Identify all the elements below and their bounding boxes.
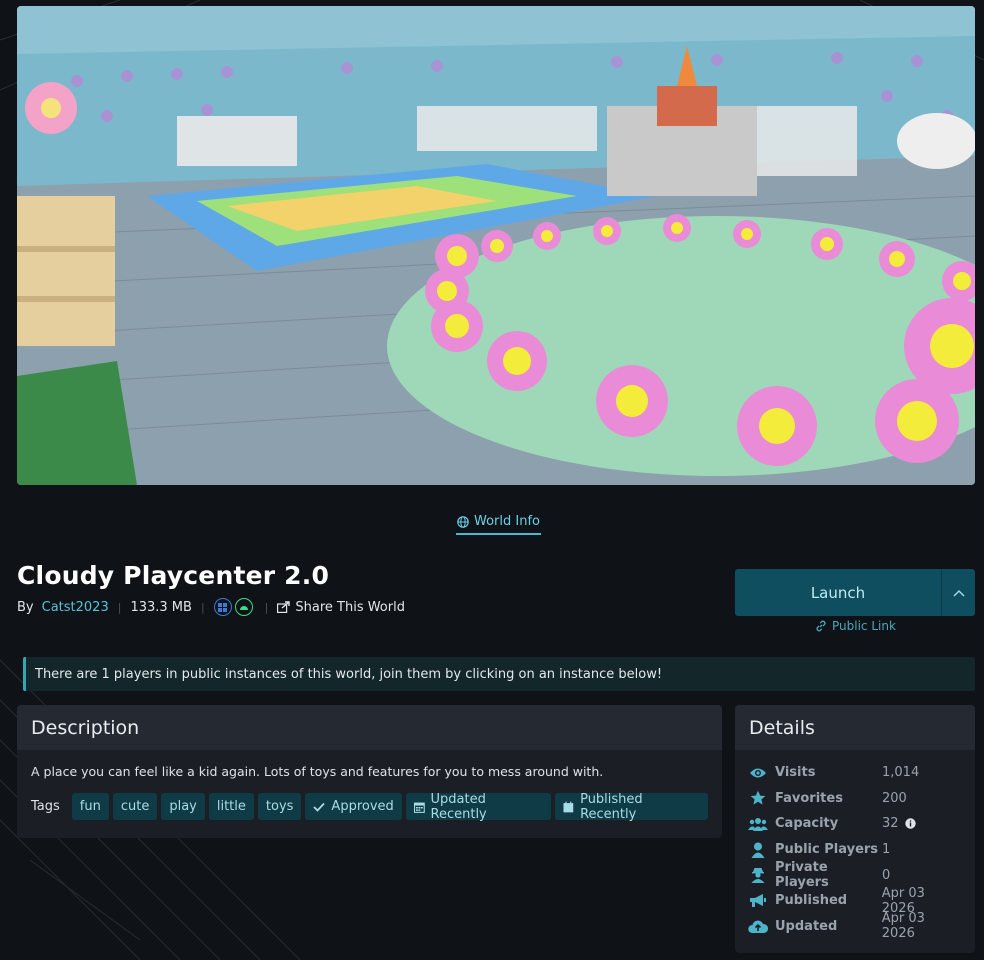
description-text: A place you can feel like a kid again. L… [31, 764, 604, 779]
tag-label: cute [120, 799, 150, 814]
launch-options-toggle[interactable] [941, 569, 975, 616]
detail-key: Capacity [775, 816, 839, 832]
info-icon[interactable] [904, 818, 916, 830]
users-icon [748, 815, 768, 833]
user-secret-icon [748, 866, 768, 884]
tab-label: World Info [474, 514, 540, 529]
tag-cute[interactable]: cute [112, 793, 158, 820]
world-meta: By Catst2023 | 133.3 MB | | Share This W… [17, 598, 405, 616]
public-link-label: Public Link [832, 619, 896, 633]
calendar-icon [413, 802, 425, 813]
instance-notice: There are 1 players in public instances … [23, 657, 975, 691]
megaphone-icon [748, 892, 768, 910]
detail-key: Private Players [775, 860, 829, 891]
world-preview-image [17, 6, 975, 485]
detail-value: 0 [882, 867, 891, 883]
detail-row-updated: Updated Apr 03 2026 [748, 911, 962, 942]
world-title: Cloudy Playcenter 2.0 [17, 561, 330, 590]
detail-key: Visits [775, 765, 816, 781]
capacity-value: 32 [882, 816, 899, 832]
by-label: By [17, 599, 34, 615]
detail-row-public-players: Public Players 1 [748, 837, 962, 863]
tags-label: Tags [31, 799, 60, 814]
divider: | [117, 600, 122, 614]
share-icon [277, 601, 291, 613]
details-heading: Details [735, 705, 975, 750]
file-size: 133.3 MB [130, 599, 192, 615]
tag-fun[interactable]: fun [71, 793, 109, 820]
user-icon [748, 841, 768, 859]
tag-published-recently[interactable]: Published Recently [555, 791, 708, 822]
tag-toys[interactable]: toys [257, 793, 302, 820]
launch-button[interactable]: Launch [735, 569, 941, 616]
divider: | [200, 600, 205, 614]
tag-label: fun [79, 799, 101, 814]
tag-label: play [169, 799, 197, 814]
chevron-up-icon [952, 589, 965, 597]
calendar-icon [563, 801, 574, 812]
detail-value: 200 [882, 790, 907, 806]
notice-text: There are 1 players in public instances … [35, 666, 663, 682]
star-icon [748, 789, 768, 807]
detail-row-published: Published Apr 03 2026 [748, 886, 962, 916]
detail-row-private-players: Private Players 0 [748, 860, 962, 891]
detail-row-favorites: Favorites 200 [748, 786, 962, 812]
share-label: Share This World [295, 599, 405, 615]
check-icon [313, 802, 326, 812]
windows-icon [213, 598, 232, 616]
globe-icon [457, 515, 469, 528]
detail-value: Apr 03 2026 [881, 911, 925, 942]
cloud-upload-icon [748, 917, 768, 935]
android-icon [234, 598, 253, 616]
detail-row-visits: Visits 1,014 [748, 760, 962, 786]
tags-row: Tags fun cute play little toys Approved … [31, 791, 708, 822]
tag-label: toys [265, 799, 294, 814]
detail-value: 1,014 [882, 765, 920, 781]
tag-little[interactable]: little [208, 793, 254, 820]
link-icon [816, 620, 826, 632]
launch-group: Launch [735, 569, 975, 616]
description-heading: Description [17, 705, 722, 750]
detail-key: Published [774, 893, 848, 909]
public-link[interactable]: Public Link [815, 619, 896, 633]
tag-approved[interactable]: Approved [305, 793, 402, 820]
share-world-button[interactable]: Share This World [277, 600, 405, 615]
detail-row-capacity: Capacity 32 [748, 811, 962, 837]
tag-label: Approved [331, 799, 394, 814]
tab-world-info[interactable]: World Info [456, 510, 541, 535]
tag-label: little [216, 799, 246, 814]
detail-key: Favorites [775, 790, 843, 806]
details-card: Details Visits 1,014 Favorites 200 Capac… [735, 705, 975, 953]
tag-play[interactable]: play [161, 793, 205, 820]
tag-label: Updated Recently [430, 791, 487, 822]
tag-updated-recently[interactable]: Updated Recently [405, 791, 552, 822]
detail-value: 32 [882, 816, 916, 831]
description-card: Description A place you can feel like a … [17, 705, 722, 838]
divider: | [264, 600, 269, 614]
author-link[interactable]: Catst2023 [42, 600, 109, 615]
tag-label: Published Recently [580, 791, 643, 822]
eye-icon [748, 764, 768, 782]
detail-key: Public Players [775, 842, 879, 858]
detail-key: Updated [775, 918, 838, 934]
detail-value: 1 [882, 842, 891, 858]
